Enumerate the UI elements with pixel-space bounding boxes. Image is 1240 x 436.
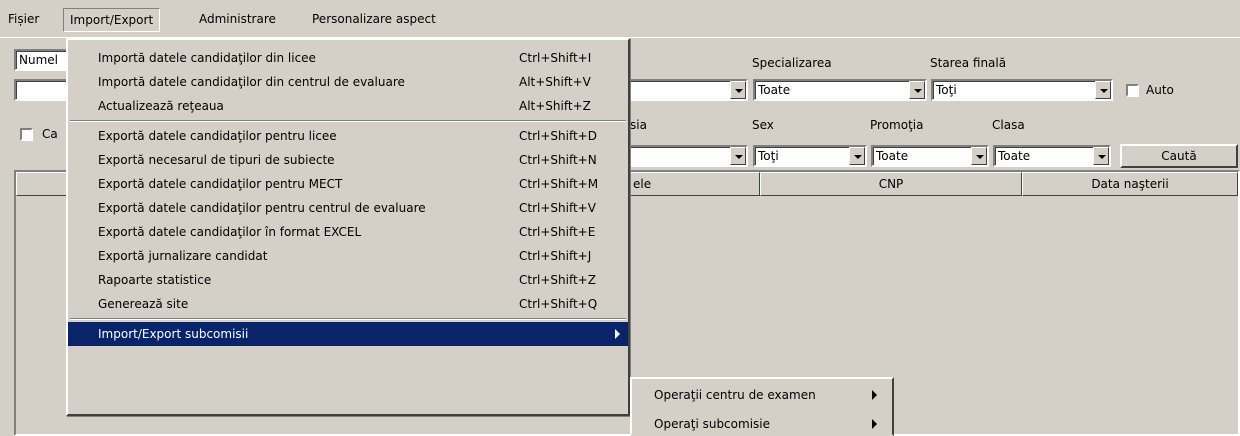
menu-item-export-centru-evaluare[interactable]: Exportă datele candidaţilor pentru centr… [68, 196, 628, 220]
menu-item-shortcut: Ctrl+Shift+J [519, 249, 592, 263]
menu-item-label: Rapoarte statistice [98, 273, 212, 287]
clasa-combo[interactable]: Toate [993, 145, 1111, 167]
menu-item-label: Importă datele candidaţilor din licee [98, 51, 316, 65]
menu-separator [70, 318, 626, 320]
menu-administrare[interactable]: Administrare [193, 8, 282, 32]
clasa-label: Clasa [992, 118, 1025, 132]
specializarea-combo[interactable]: Toate [753, 79, 927, 101]
menu-item-shortcut: Ctrl+Shift+E [519, 225, 596, 239]
specializarea-label: Specializarea [752, 56, 832, 70]
name-field-combo[interactable]: Numel [14, 49, 74, 71]
menu-item-export-mect[interactable]: Exportă datele candidaţilor pentru MECT … [68, 172, 628, 196]
starea-finala-label: Starea finală [930, 56, 1007, 70]
submenu-item-label: Operaţii centru de examen [654, 388, 816, 402]
starea-finala-combo[interactable]: Toţi [931, 79, 1113, 101]
promotia-combo[interactable]: Toate [871, 145, 989, 167]
menu-item-shortcut: Ctrl+Shift+M [519, 177, 599, 191]
search-text-input[interactable] [14, 79, 74, 101]
menu-personalizare-aspect[interactable]: Personalizare aspect [306, 8, 442, 32]
sesiunea-label: sia [630, 118, 647, 132]
sex-value: Toţi [758, 149, 779, 163]
menu-item-shortcut: Ctrl+Shift+V [519, 201, 596, 215]
menu-separator [70, 120, 626, 122]
menu-item-label: Actualizează reţeaua [98, 99, 224, 113]
menu-item-actualizeaza-reteaua[interactable]: Actualizează reţeaua Alt+Shift+Z [68, 94, 628, 118]
grid-header-data-nasterii[interactable]: Data naşterii [1022, 172, 1238, 196]
promotia-label: Promoţia [870, 118, 924, 132]
auto-checkbox-label: Auto [1146, 83, 1174, 97]
menu-item-export-necesar-subiecte[interactable]: Exportă necesarul de tipuri de subiecte … [68, 148, 628, 172]
chevron-down-icon[interactable] [730, 81, 746, 99]
submenu-arrow-icon [872, 419, 877, 429]
ca-checkbox[interactable] [20, 128, 33, 141]
menu-item-label: Exportă datele candidaţilor în format EX… [98, 225, 362, 239]
submenu-item-operatii-subcomisie[interactable]: Operaţi subcomisie [632, 412, 892, 436]
menu-item-genereaza-site[interactable]: Generează site Ctrl+Shift+Q [68, 292, 628, 316]
submenu-arrow-icon [872, 390, 877, 400]
menu-item-export-licee[interactable]: Exportă datele candidaţilor pentru licee… [68, 124, 628, 148]
menu-item-label: Importă datele candidaţilor din centrul … [98, 75, 405, 89]
menu-item-export-jurnalizare[interactable]: Exportă jurnalizare candidat Ctrl+Shift+… [68, 244, 628, 268]
submenu-item-label: Operaţi subcomisie [654, 417, 770, 431]
specializarea-value: Toate [758, 83, 791, 97]
menu-item-shortcut: Alt+Shift+Z [519, 99, 591, 113]
chevron-down-icon[interactable] [971, 147, 987, 165]
submenu-arrow-icon [615, 329, 620, 339]
menu-item-rapoarte-statistice[interactable]: Rapoarte statistice Ctrl+Shift+Z [68, 268, 628, 292]
menu-item-import-centru-evaluare[interactable]: Importă datele candidaţilor din centrul … [68, 70, 628, 94]
menu-item-shortcut: Ctrl+Shift+Z [519, 273, 596, 287]
menu-item-shortcut: Ctrl+Shift+N [519, 153, 597, 167]
menu-bar: Fișier Import/Export Administrare Person… [0, 0, 1240, 38]
search-button[interactable]: Caută [1120, 144, 1238, 168]
sex-label: Sex [752, 118, 774, 132]
menu-fisier[interactable]: Fișier [2, 8, 45, 32]
grid-header-nume[interactable]: ele [628, 172, 760, 196]
menu-item-shortcut: Ctrl+Shift+D [519, 129, 597, 143]
menu-item-label: Exportă jurnalizare candidat [98, 249, 268, 263]
sex-combo[interactable]: Toţi [753, 145, 867, 167]
menu-item-label: Generează site [98, 297, 189, 311]
menu-item-import-licee[interactable]: Importă datele candidaţilor din licee Ct… [68, 46, 628, 70]
chevron-down-icon[interactable] [1093, 147, 1109, 165]
menu-item-shortcut: Ctrl+Shift+I [519, 51, 592, 65]
ca-checkbox-label: Ca [42, 127, 58, 141]
menu-import-export[interactable]: Import/Export [63, 8, 161, 32]
menu-item-import-export-subcomisii[interactable]: Import/Export subcomisii [68, 322, 628, 346]
chevron-down-icon[interactable] [909, 81, 925, 99]
menu-item-label: Exportă datele candidaţilor pentru MECT [98, 177, 343, 191]
menu-item-shortcut: Alt+Shift+V [519, 75, 591, 89]
menu-item-label: Exportă datele candidaţilor pentru centr… [98, 201, 426, 215]
chevron-down-icon[interactable] [1095, 81, 1111, 99]
menu-item-label: Exportă datele candidaţilor pentru licee [98, 129, 337, 143]
chevron-down-icon[interactable] [730, 147, 746, 165]
menu-item-export-excel[interactable]: Exportă datele candidaţilor în format EX… [68, 220, 628, 244]
starea-finala-value: Toţi [936, 83, 957, 97]
grid-header-blank[interactable] [16, 172, 68, 196]
grid-header-cnp[interactable]: CNP [760, 172, 1022, 196]
name-field-combo-value: Numel [19, 53, 58, 67]
chevron-down-icon[interactable] [849, 147, 865, 165]
auto-checkbox[interactable] [1126, 84, 1139, 97]
submenu-item-operatii-centru-examen[interactable]: Operaţii centru de examen [632, 383, 892, 407]
menu-item-label: Exportă necesarul de tipuri de subiecte [98, 153, 335, 167]
subcomisii-submenu: Operaţii centru de examen Operaţi subcom… [630, 377, 894, 436]
menu-item-shortcut: Ctrl+Shift+Q [519, 297, 598, 311]
menu-item-label: Import/Export subcomisii [98, 327, 249, 341]
clasa-value: Toate [998, 149, 1031, 163]
import-export-menu: Importă datele candidaţilor din licee Ct… [66, 38, 630, 416]
promotia-value: Toate [876, 149, 909, 163]
